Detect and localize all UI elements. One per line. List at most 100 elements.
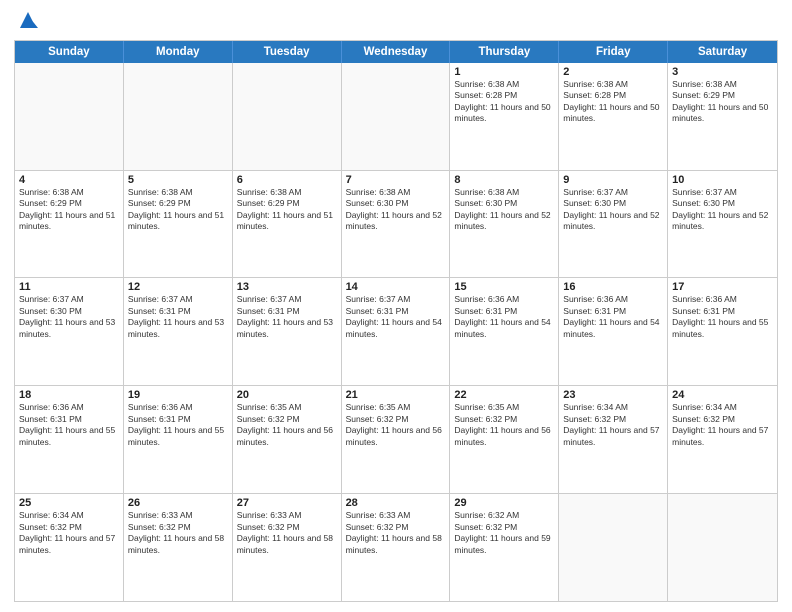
cal-cell: 6Sunrise: 6:38 AM Sunset: 6:29 PM Daylig…	[233, 171, 342, 278]
cal-cell	[15, 63, 124, 170]
cal-row-3: 18Sunrise: 6:36 AM Sunset: 6:31 PM Dayli…	[15, 386, 777, 494]
cell-info: Sunrise: 6:38 AM Sunset: 6:29 PM Dayligh…	[237, 187, 337, 233]
cal-cell: 27Sunrise: 6:33 AM Sunset: 6:32 PM Dayli…	[233, 494, 342, 601]
cal-cell: 25Sunrise: 6:34 AM Sunset: 6:32 PM Dayli…	[15, 494, 124, 601]
cal-cell	[559, 494, 668, 601]
cell-info: Sunrise: 6:33 AM Sunset: 6:32 PM Dayligh…	[237, 510, 337, 556]
cell-info: Sunrise: 6:38 AM Sunset: 6:29 PM Dayligh…	[672, 79, 773, 125]
day-number: 11	[19, 281, 119, 293]
day-number: 3	[672, 66, 773, 78]
cal-header-thursday: Thursday	[450, 41, 559, 63]
cal-header-wednesday: Wednesday	[342, 41, 451, 63]
cal-cell: 17Sunrise: 6:36 AM Sunset: 6:31 PM Dayli…	[668, 278, 777, 385]
cal-cell: 2Sunrise: 6:38 AM Sunset: 6:28 PM Daylig…	[559, 63, 668, 170]
cal-row-4: 25Sunrise: 6:34 AM Sunset: 6:32 PM Dayli…	[15, 494, 777, 601]
cal-cell: 15Sunrise: 6:36 AM Sunset: 6:31 PM Dayli…	[450, 278, 559, 385]
day-number: 29	[454, 497, 554, 509]
cell-info: Sunrise: 6:36 AM Sunset: 6:31 PM Dayligh…	[19, 402, 119, 448]
cal-row-2: 11Sunrise: 6:37 AM Sunset: 6:30 PM Dayli…	[15, 278, 777, 386]
cell-info: Sunrise: 6:37 AM Sunset: 6:31 PM Dayligh…	[128, 294, 228, 340]
day-number: 5	[128, 174, 228, 186]
cal-header-sunday: Sunday	[15, 41, 124, 63]
cell-info: Sunrise: 6:38 AM Sunset: 6:30 PM Dayligh…	[346, 187, 446, 233]
cal-header-saturday: Saturday	[668, 41, 777, 63]
cal-cell: 4Sunrise: 6:38 AM Sunset: 6:29 PM Daylig…	[15, 171, 124, 278]
day-number: 14	[346, 281, 446, 293]
cell-info: Sunrise: 6:37 AM Sunset: 6:30 PM Dayligh…	[672, 187, 773, 233]
cal-cell: 9Sunrise: 6:37 AM Sunset: 6:30 PM Daylig…	[559, 171, 668, 278]
day-number: 24	[672, 389, 773, 401]
cal-cell: 18Sunrise: 6:36 AM Sunset: 6:31 PM Dayli…	[15, 386, 124, 493]
cal-cell: 21Sunrise: 6:35 AM Sunset: 6:32 PM Dayli…	[342, 386, 451, 493]
cal-header-friday: Friday	[559, 41, 668, 63]
cell-info: Sunrise: 6:34 AM Sunset: 6:32 PM Dayligh…	[563, 402, 663, 448]
cell-info: Sunrise: 6:37 AM Sunset: 6:31 PM Dayligh…	[237, 294, 337, 340]
calendar-page: SundayMondayTuesdayWednesdayThursdayFrid…	[0, 0, 792, 612]
day-number: 8	[454, 174, 554, 186]
calendar-header: SundayMondayTuesdayWednesdayThursdayFrid…	[15, 41, 777, 63]
cell-info: Sunrise: 6:38 AM Sunset: 6:29 PM Dayligh…	[128, 187, 228, 233]
day-number: 26	[128, 497, 228, 509]
cal-cell: 16Sunrise: 6:36 AM Sunset: 6:31 PM Dayli…	[559, 278, 668, 385]
day-number: 19	[128, 389, 228, 401]
calendar: SundayMondayTuesdayWednesdayThursdayFrid…	[14, 40, 778, 602]
cell-info: Sunrise: 6:36 AM Sunset: 6:31 PM Dayligh…	[672, 294, 773, 340]
day-number: 22	[454, 389, 554, 401]
cal-cell: 28Sunrise: 6:33 AM Sunset: 6:32 PM Dayli…	[342, 494, 451, 601]
day-number: 10	[672, 174, 773, 186]
day-number: 7	[346, 174, 446, 186]
cell-info: Sunrise: 6:33 AM Sunset: 6:32 PM Dayligh…	[346, 510, 446, 556]
cell-info: Sunrise: 6:36 AM Sunset: 6:31 PM Dayligh…	[563, 294, 663, 340]
cell-info: Sunrise: 6:34 AM Sunset: 6:32 PM Dayligh…	[672, 402, 773, 448]
cell-info: Sunrise: 6:38 AM Sunset: 6:28 PM Dayligh…	[563, 79, 663, 125]
header	[14, 10, 778, 34]
day-number: 23	[563, 389, 663, 401]
cal-cell: 26Sunrise: 6:33 AM Sunset: 6:32 PM Dayli…	[124, 494, 233, 601]
cal-cell: 5Sunrise: 6:38 AM Sunset: 6:29 PM Daylig…	[124, 171, 233, 278]
cell-info: Sunrise: 6:32 AM Sunset: 6:32 PM Dayligh…	[454, 510, 554, 556]
cal-cell	[668, 494, 777, 601]
day-number: 18	[19, 389, 119, 401]
cal-cell: 23Sunrise: 6:34 AM Sunset: 6:32 PM Dayli…	[559, 386, 668, 493]
cal-cell: 19Sunrise: 6:36 AM Sunset: 6:31 PM Dayli…	[124, 386, 233, 493]
cell-info: Sunrise: 6:36 AM Sunset: 6:31 PM Dayligh…	[454, 294, 554, 340]
cell-info: Sunrise: 6:33 AM Sunset: 6:32 PM Dayligh…	[128, 510, 228, 556]
cell-info: Sunrise: 6:35 AM Sunset: 6:32 PM Dayligh…	[237, 402, 337, 448]
day-number: 17	[672, 281, 773, 293]
cal-cell	[124, 63, 233, 170]
cell-info: Sunrise: 6:38 AM Sunset: 6:29 PM Dayligh…	[19, 187, 119, 233]
cal-cell: 7Sunrise: 6:38 AM Sunset: 6:30 PM Daylig…	[342, 171, 451, 278]
cell-info: Sunrise: 6:36 AM Sunset: 6:31 PM Dayligh…	[128, 402, 228, 448]
cell-info: Sunrise: 6:35 AM Sunset: 6:32 PM Dayligh…	[454, 402, 554, 448]
day-number: 13	[237, 281, 337, 293]
day-number: 27	[237, 497, 337, 509]
cal-cell: 14Sunrise: 6:37 AM Sunset: 6:31 PM Dayli…	[342, 278, 451, 385]
day-number: 28	[346, 497, 446, 509]
cell-info: Sunrise: 6:34 AM Sunset: 6:32 PM Dayligh…	[19, 510, 119, 556]
day-number: 15	[454, 281, 554, 293]
cal-header-monday: Monday	[124, 41, 233, 63]
cal-cell: 29Sunrise: 6:32 AM Sunset: 6:32 PM Dayli…	[450, 494, 559, 601]
day-number: 9	[563, 174, 663, 186]
cell-info: Sunrise: 6:37 AM Sunset: 6:31 PM Dayligh…	[346, 294, 446, 340]
day-number: 4	[19, 174, 119, 186]
day-number: 21	[346, 389, 446, 401]
cal-cell	[233, 63, 342, 170]
cal-cell: 8Sunrise: 6:38 AM Sunset: 6:30 PM Daylig…	[450, 171, 559, 278]
cal-row-1: 4Sunrise: 6:38 AM Sunset: 6:29 PM Daylig…	[15, 171, 777, 279]
day-number: 1	[454, 66, 554, 78]
cell-info: Sunrise: 6:37 AM Sunset: 6:30 PM Dayligh…	[19, 294, 119, 340]
cal-cell: 12Sunrise: 6:37 AM Sunset: 6:31 PM Dayli…	[124, 278, 233, 385]
cell-info: Sunrise: 6:38 AM Sunset: 6:30 PM Dayligh…	[454, 187, 554, 233]
cell-info: Sunrise: 6:37 AM Sunset: 6:30 PM Dayligh…	[563, 187, 663, 233]
logo	[14, 14, 38, 34]
day-number: 6	[237, 174, 337, 186]
cell-info: Sunrise: 6:35 AM Sunset: 6:32 PM Dayligh…	[346, 402, 446, 448]
cal-cell: 3Sunrise: 6:38 AM Sunset: 6:29 PM Daylig…	[668, 63, 777, 170]
cell-info: Sunrise: 6:38 AM Sunset: 6:28 PM Dayligh…	[454, 79, 554, 125]
cal-cell: 11Sunrise: 6:37 AM Sunset: 6:30 PM Dayli…	[15, 278, 124, 385]
day-number: 20	[237, 389, 337, 401]
cal-row-0: 1Sunrise: 6:38 AM Sunset: 6:28 PM Daylig…	[15, 63, 777, 171]
day-number: 12	[128, 281, 228, 293]
cal-cell: 24Sunrise: 6:34 AM Sunset: 6:32 PM Dayli…	[668, 386, 777, 493]
